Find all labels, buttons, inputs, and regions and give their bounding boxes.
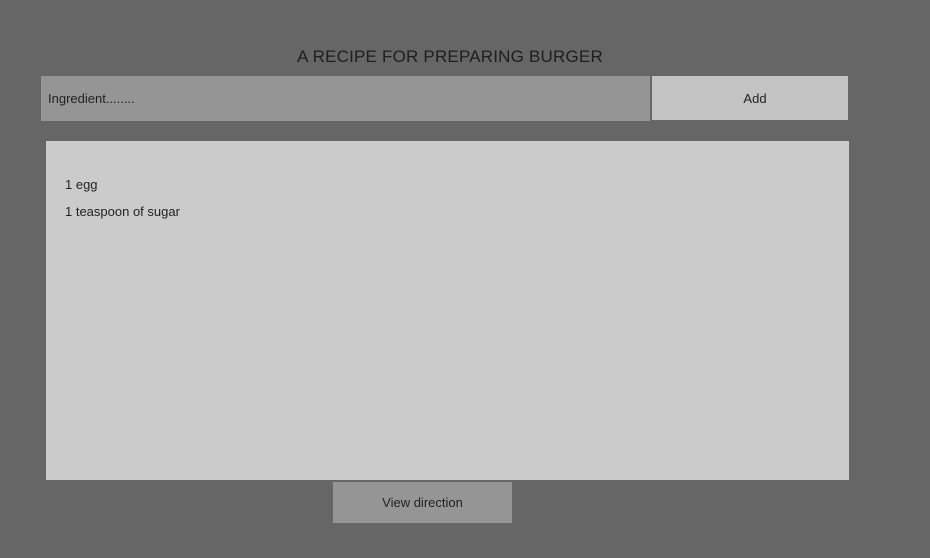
ingredient-input[interactable] [41, 76, 650, 121]
list-item: 1 egg [65, 177, 98, 192]
recipe-page: { "page": { "title": "A RECIPE FOR PREPA… [0, 0, 930, 558]
add-button[interactable]: Add [652, 76, 848, 120]
view-direction-button[interactable]: View direction [333, 482, 512, 523]
list-item: 1 teaspoon of sugar [65, 204, 180, 219]
ingredient-list: 1 egg 1 teaspoon of sugar [46, 141, 849, 480]
page-title: A RECIPE FOR PREPARING BURGER [297, 47, 603, 66]
